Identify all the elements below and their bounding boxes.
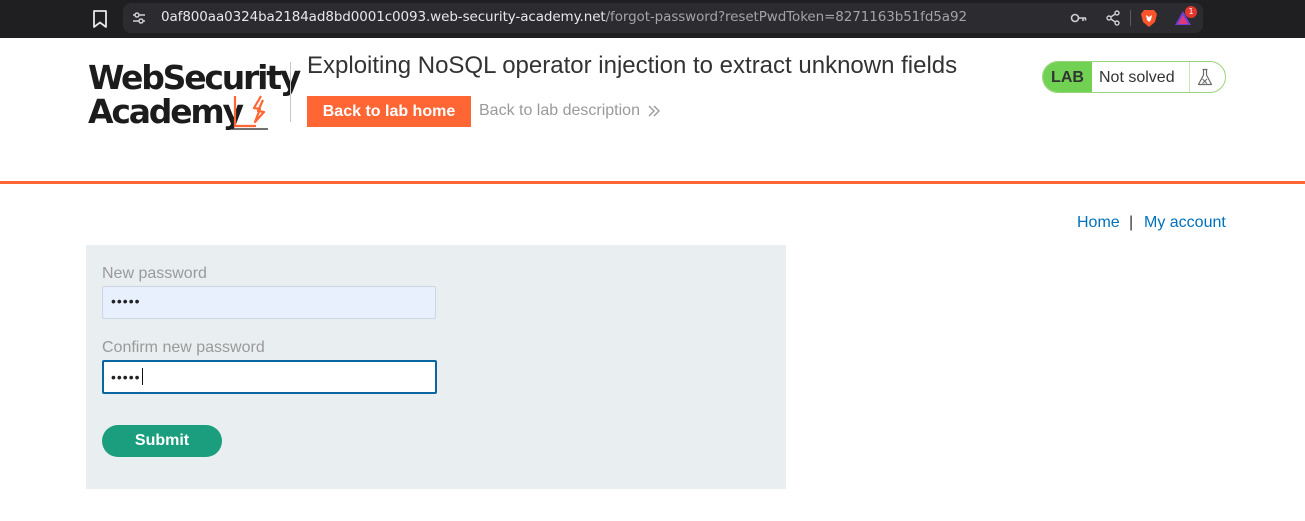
confirm-password-value: •••••: [111, 369, 141, 385]
lab-status-widget: LAB Not solved: [1042, 61, 1226, 93]
site-info-icon[interactable]: [131, 10, 147, 26]
logo-text-line2: Academy: [88, 92, 244, 131]
share-icon[interactable]: [1105, 10, 1121, 26]
new-password-field[interactable]: •••••: [102, 286, 436, 319]
page-title: Exploiting NoSQL operator injection to e…: [307, 52, 958, 79]
text-caret: [141, 368, 143, 385]
rewards-badge: 1: [1185, 6, 1197, 18]
toolbar-separator: [1130, 10, 1131, 26]
header-divider: [290, 62, 291, 122]
back-to-lab-home-button[interactable]: Back to lab home: [307, 96, 471, 127]
double-chevron-right-icon[interactable]: [647, 104, 661, 118]
key-icon[interactable]: [1070, 10, 1088, 26]
confirm-password-field[interactable]: •••••: [102, 360, 437, 394]
nav-my-account-link[interactable]: My account: [1144, 214, 1226, 232]
web-security-academy-logo[interactable]: WebSecurity Academy: [86, 58, 301, 134]
header-accent-rule: [0, 181, 1305, 184]
submit-button[interactable]: Submit: [102, 425, 222, 457]
url-host: 0af800aa0324ba2184ad8bd0001c0093.web-sec…: [161, 9, 606, 25]
nav-home-link[interactable]: Home: [1077, 214, 1120, 232]
url-text[interactable]: 0af800aa0324ba2184ad8bd0001c0093.web-sec…: [161, 9, 967, 25]
back-to-lab-description-link[interactable]: Back to lab description: [479, 102, 640, 120]
brave-icon[interactable]: [1140, 8, 1158, 28]
flask-icon: [1197, 68, 1213, 86]
confirm-password-label: Confirm new password: [102, 339, 265, 356]
lab-status-divider: [1189, 62, 1190, 92]
logo-bolt-icon: [232, 95, 268, 130]
bookmark-icon[interactable]: [91, 9, 109, 29]
lab-badge: LAB: [1043, 62, 1092, 92]
lab-status-text: Not solved: [1099, 69, 1175, 86]
nav-separator: |: [1129, 214, 1134, 231]
new-password-label: New password: [102, 265, 207, 282]
url-path: /forgot-password?resetPwdToken=8271163b5…: [605, 9, 967, 25]
